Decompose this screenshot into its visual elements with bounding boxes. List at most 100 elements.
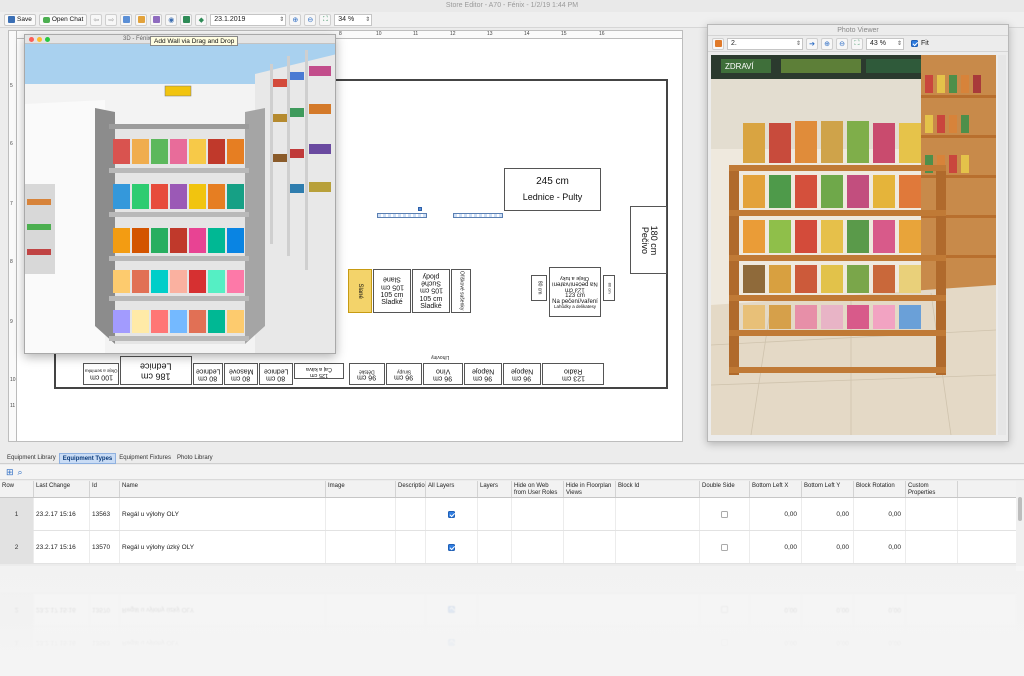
save-button[interactable]: Save — [4, 13, 36, 26]
cell-bottom-left-y[interactable]: 0,00 — [802, 531, 854, 563]
column-header-description[interactable]: Description — [396, 481, 426, 497]
cell-description[interactable] — [396, 531, 426, 563]
minimize-icon[interactable] — [37, 37, 42, 42]
cell-last-change[interactable]: 23.2.17 15:16 — [34, 498, 90, 530]
tree-icon[interactable]: ⊞ — [6, 467, 14, 478]
fixture-na-peceni[interactable]: Oleje a tuky Na pečení/vaření 123 cm 123… — [549, 267, 601, 317]
column-header-row[interactable]: Row — [0, 481, 34, 497]
fixture-slim-right[interactable]: 80 cm — [603, 275, 615, 301]
column-header-last-change[interactable]: Last Change — [34, 481, 90, 497]
column-header-image[interactable]: Image — [326, 481, 396, 497]
fixture-bottom-100[interactable]: Oleje a semínka 100 cm — [83, 363, 119, 385]
tab-equipment-library[interactable]: Equipment Library — [4, 453, 59, 464]
tab-equipment-fixtures[interactable]: Equipment Fixtures — [116, 453, 174, 464]
fixture-b8[interactable]: Nápoje 96 cm — [464, 363, 502, 385]
fixture-oriskove[interactable]: Ořiškové sušenky — [451, 269, 471, 313]
cell-hide-web[interactable] — [512, 498, 564, 530]
cell-image[interactable] — [326, 498, 396, 530]
date-field[interactable]: 23.1.2019 ⇕ — [210, 13, 287, 26]
cell-hide-web[interactable] — [512, 531, 564, 563]
fixture-lednice-pulty[interactable]: 245 cm Lednice - Pulty — [504, 168, 601, 211]
cell-name[interactable]: Regál u výlohy OLY — [120, 498, 326, 530]
cell-bottom-left-x[interactable]: 0,00 — [750, 531, 802, 563]
close-icon[interactable] — [29, 37, 34, 42]
cell-block-id[interactable] — [616, 498, 700, 530]
open-chat-button[interactable]: Open Chat — [38, 13, 88, 26]
fit-button[interactable]: ⛶ — [319, 13, 332, 26]
zoom-field[interactable]: 34 % ⇕ — [334, 13, 373, 26]
fixture-b2[interactable]: Masové 80 cm — [224, 363, 258, 385]
report-button[interactable] — [150, 13, 163, 26]
photo-viewer-window[interactable]: Photo Viewer 2. ⇕ ➔ ⊕ ⊖ ⛶ 43 % ⇕ Fit ZDR… — [707, 24, 1009, 442]
column-header-bottom-left-y[interactable]: Bottom Left Y — [802, 481, 854, 497]
cell-description[interactable] — [396, 498, 426, 530]
double-side-checkbox[interactable] — [721, 543, 728, 551]
3d-scene[interactable] — [25, 44, 336, 354]
photo-fit-button[interactable]: ⛶ — [851, 37, 863, 50]
fixture-suche-plody[interactable]: Suché plody 105 cm 105 cm Sladké — [412, 269, 450, 313]
resize-handle[interactable] — [418, 207, 422, 211]
fixture-b3[interactable]: Lednice 80 cm — [259, 363, 293, 385]
camera-button[interactable]: ◉ — [165, 13, 178, 26]
cell-bottom-left-y[interactable]: 0,00 — [802, 498, 854, 530]
column-header-hide-web[interactable]: Hide on Web from User Roles — [512, 481, 564, 497]
photo-zoom-stepper-icon[interactable]: ⇕ — [897, 39, 902, 49]
fixture-bottom-lednice[interactable]: Lednice 186 cm — [120, 356, 192, 385]
table-row[interactable]: 1 23.2.17 15:16 13563 Regál u výlohy OLY… — [0, 498, 1016, 531]
fixture-slane-selected[interactable]: Slané — [348, 269, 372, 313]
all-layers-checkbox[interactable] — [448, 510, 455, 518]
photo-zoom-field[interactable]: 43 % ⇕ — [866, 37, 904, 50]
export-button[interactable] — [120, 13, 133, 26]
folder-button[interactable] — [135, 13, 148, 26]
fixture-b10[interactable]: Rádio 123 cm — [542, 363, 604, 385]
column-header-hide-floorplan[interactable]: Hide in Floorplan Views — [564, 481, 616, 497]
cell-image[interactable] — [326, 531, 396, 563]
import-photo-button[interactable] — [712, 37, 724, 50]
fit-checkbox[interactable] — [911, 40, 918, 47]
photo-select-stepper-icon[interactable]: ⇕ — [796, 39, 801, 49]
excel-button[interactable] — [180, 13, 193, 26]
column-header-bottom-left-x[interactable]: Bottom Left X — [750, 481, 802, 497]
column-header-name[interactable]: Name — [120, 481, 326, 497]
table-scrollbar[interactable] — [1016, 481, 1024, 571]
photo-select-field[interactable]: 2. ⇕ — [727, 37, 803, 50]
next-photo-button[interactable]: ➔ — [806, 37, 818, 50]
fixture-b4[interactable]: Čaj a káva 125 cm — [294, 363, 344, 379]
cell-hide-floorplan[interactable] — [564, 498, 616, 530]
3d-view-window[interactable]: 3D - Fénix — [24, 34, 336, 354]
cell-custom-properties[interactable] — [906, 498, 958, 530]
maximize-icon[interactable] — [45, 37, 50, 42]
fixture-b5[interactable]: Dětské 96 cm — [349, 363, 385, 385]
wall-segment[interactable] — [377, 213, 427, 218]
fixture-b7[interactable]: Víno 96 cm — [423, 363, 463, 385]
cell-layers[interactable] — [478, 531, 512, 563]
fixture-pecivo[interactable]: 180 cm Pečivo — [630, 206, 667, 274]
table-row[interactable]: 2 23.2.17 15:16 13570 Regál u výlohy úzk… — [0, 531, 1016, 564]
photo-scrollbar[interactable] — [998, 55, 1006, 435]
tab-equipment-types[interactable]: Equipment Types — [58, 453, 117, 464]
date-stepper-icon[interactable]: ⇕ — [279, 15, 284, 25]
tab-photo-library[interactable]: Photo Library — [174, 453, 216, 464]
cell-block-rotation[interactable]: 0,00 — [854, 531, 906, 563]
fixture-b9[interactable]: Nápoje 96 cm — [503, 363, 541, 385]
double-side-checkbox[interactable] — [721, 510, 728, 518]
wall-segment[interactable] — [453, 213, 503, 218]
cell-id[interactable]: 13563 — [90, 498, 120, 530]
undo-button[interactable]: ⇦ — [90, 13, 103, 26]
layers-button[interactable]: ◆ — [195, 13, 208, 26]
fixture-slane[interactable]: Slané 105 cm 105 cm Sladké — [373, 269, 411, 313]
column-header-id[interactable]: Id — [90, 481, 120, 497]
redo-button[interactable]: ⇨ — [105, 13, 118, 26]
column-header-double-side[interactable]: Double Side — [700, 481, 750, 497]
search-icon[interactable]: ⌕ — [18, 467, 23, 478]
cell-hide-floorplan[interactable] — [564, 531, 616, 563]
fixture-b1[interactable]: Lednice 80 cm — [193, 363, 223, 385]
column-header-block-rotation[interactable]: Block Rotation — [854, 481, 906, 497]
cell-bottom-left-x[interactable]: 0,00 — [750, 498, 802, 530]
cell-block-id[interactable] — [616, 531, 700, 563]
cell-id[interactable]: 13570 — [90, 531, 120, 563]
column-header-all-layers[interactable]: All Layers — [426, 481, 478, 497]
cell-block-rotation[interactable]: 0,00 — [854, 498, 906, 530]
fixture-lahudky-left[interactable]: 80 cm — [531, 275, 547, 301]
cell-custom-properties[interactable] — [906, 531, 958, 563]
